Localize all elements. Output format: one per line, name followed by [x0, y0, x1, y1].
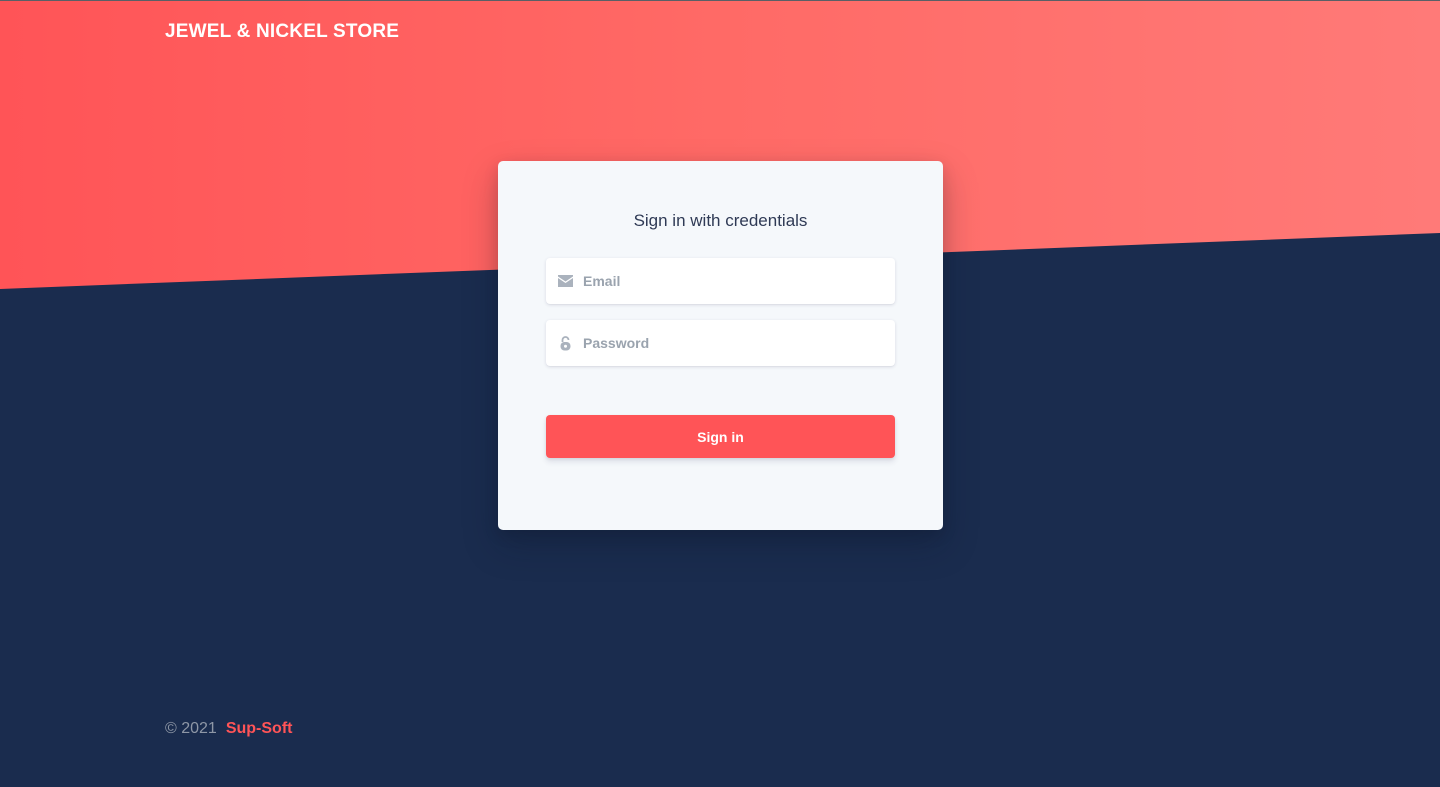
login-card: Sign in with credentials Sign in: [498, 161, 943, 530]
brand-logo-link[interactable]: JEWEL & NICKEL STORE: [165, 21, 399, 43]
login-page: JEWEL & NICKEL STORE Sign in with creden…: [0, 0, 1440, 787]
password-field[interactable]: [546, 320, 895, 366]
lock-icon: [558, 335, 573, 351]
email-field[interactable]: [546, 258, 895, 304]
footer: © 2021 Sup-Soft: [165, 720, 292, 738]
email-input[interactable]: [583, 261, 883, 301]
company-link[interactable]: Sup-Soft: [226, 720, 293, 738]
sign-in-button[interactable]: Sign in: [546, 415, 895, 458]
password-input[interactable]: [583, 323, 883, 363]
envelope-icon: [558, 274, 573, 289]
login-title: Sign in with credentials: [633, 211, 808, 230]
copyright-text: © 2021: [165, 720, 217, 737]
top-divider: [0, 0, 1440, 1]
